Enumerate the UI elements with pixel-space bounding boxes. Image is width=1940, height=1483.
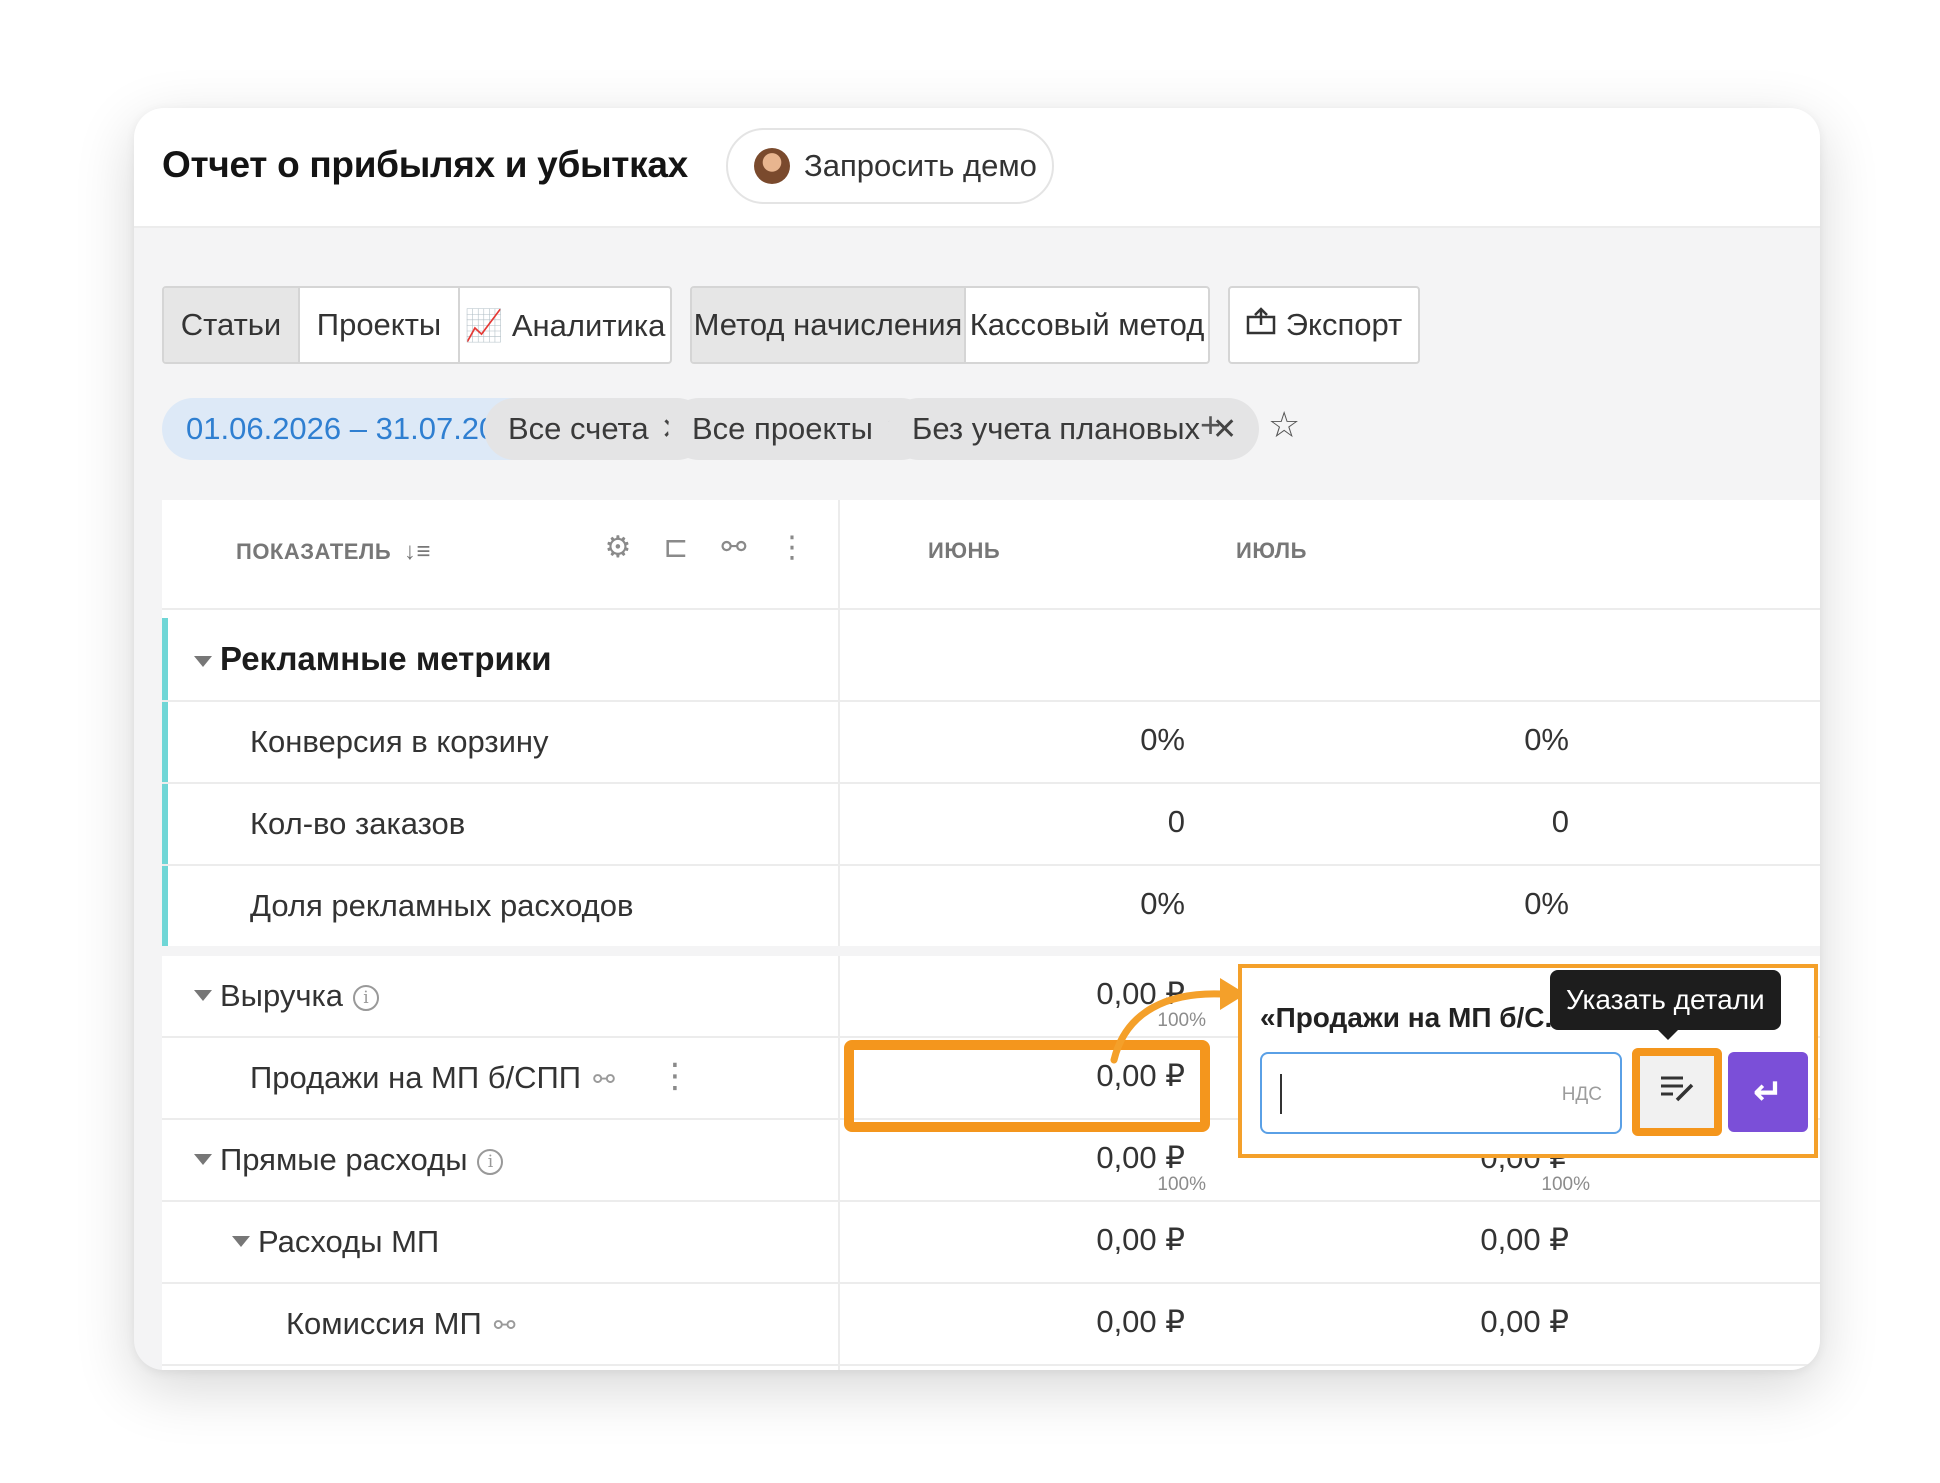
gear-icon[interactable]: ⚙ <box>600 530 636 565</box>
export-label: Экспорт <box>1285 307 1403 342</box>
table-row[interactable]: Расходы МП 0,00 ₽ 0,00 ₽ <box>162 1202 1820 1284</box>
request-demo-label: Запросить демо <box>804 148 1037 183</box>
table-row[interactable]: Конверсия в корзину 0% 0% <box>162 702 1820 784</box>
table-row[interactable]: Рекламные метрики <box>162 618 1820 702</box>
row-label-wrap: Продажи на МП б/СПП ⚯ <box>250 1060 615 1096</box>
row-label-wrap: Комиссия МП ⚯ <box>286 1306 516 1342</box>
page-title: Отчет о прибылях и убытках <box>162 144 688 185</box>
add-filter-icon[interactable]: + <box>1200 404 1221 446</box>
view-tabs: Статьи Проекты 📈 Аналитика <box>162 286 672 364</box>
table-header: ПОКАЗАТЕЛЬ ↓≡ ⚙ ⊏ ⚯ ⋮ ИЮНЬ ИЮЛЬ <box>162 500 1820 610</box>
export-button[interactable]: Экспорт <box>1228 286 1420 364</box>
june-value[interactable]: 0,00 ₽ <box>1096 1304 1185 1340</box>
tab-articles[interactable]: Статьи <box>164 288 300 362</box>
method-tabs: Метод начисления Кассовый метод <box>690 286 1210 364</box>
row-label: Рекламные метрики <box>220 640 552 677</box>
text-cursor <box>1280 1074 1282 1114</box>
june-value[interactable]: 0,00 ₽ <box>1096 1222 1185 1258</box>
more-icon[interactable]: ⋮ <box>658 1056 692 1096</box>
chevron-down-icon[interactable] <box>194 656 212 667</box>
amount-input[interactable]: НДС <box>1260 1052 1622 1134</box>
unlink-icon[interactable]: ⚯ <box>716 530 752 565</box>
row-label-wrap: Прямые расходы i <box>220 1142 504 1178</box>
july-value[interactable]: 0 <box>1552 804 1569 840</box>
june-value[interactable]: 0% <box>1140 886 1185 922</box>
row-label: Кол-во заказов <box>250 806 466 841</box>
indicator-header-label: ПОКАЗАТЕЛЬ <box>236 539 392 564</box>
row-label: Конверсия в корзину <box>250 724 549 759</box>
more-icon[interactable]: ⋮ <box>774 530 810 565</box>
header: Отчет о прибылях и убытках Запросить дем… <box>134 108 1820 228</box>
chevron-down-icon[interactable] <box>232 1236 250 1247</box>
details-tooltip: Указать детали <box>1550 970 1781 1040</box>
row-label: Расходы МП <box>258 1224 440 1259</box>
row-label-wrap: Выручка i <box>220 978 379 1014</box>
sort-icon[interactable]: ↓≡ <box>404 538 431 565</box>
tab-accrual-method[interactable]: Метод начисления <box>692 288 966 362</box>
indicator-header[interactable]: ПОКАЗАТЕЛЬ ↓≡ <box>236 538 431 566</box>
june-value[interactable]: 0,00 ₽ <box>1096 1140 1185 1176</box>
july-value[interactable]: 0,00 ₽ <box>1480 1222 1569 1258</box>
row-label: Выручка <box>220 978 343 1013</box>
export-content: Экспорт <box>1230 288 1418 362</box>
details-button[interactable] <box>1632 1048 1722 1136</box>
table-row[interactable]: Комиссия МП ⚯ 0,00 ₽ 0,00 ₽ <box>162 1284 1820 1366</box>
june-value[interactable]: 0 <box>1168 804 1185 840</box>
info-icon[interactable]: i <box>477 1149 504 1175</box>
table-row[interactable]: Доля рекламных расходов 0% 0% <box>162 866 1820 956</box>
row-label: Прямые расходы <box>220 1142 468 1177</box>
pointer-arrow <box>1110 978 1246 1064</box>
columns-icon[interactable]: ⊏ <box>658 530 694 565</box>
tab-analytics[interactable]: 📈 Аналитика <box>460 288 670 362</box>
unlink-icon: ⚯ <box>493 1310 516 1340</box>
planned-filter-label: Без учета плановых <box>912 411 1201 446</box>
accounts-filter-label: Все счета <box>508 411 649 446</box>
column-june: ИЮНЬ <box>928 538 1001 563</box>
july-value[interactable]: 0% <box>1524 722 1569 758</box>
projects-filter-label: Все проекты <box>692 411 873 446</box>
tab-cash-method[interactable]: Кассовый метод <box>966 288 1208 362</box>
tab-projects[interactable]: Проекты <box>300 288 460 362</box>
column-july: ИЮЛЬ <box>1236 538 1307 563</box>
june-value[interactable]: 0% <box>1140 722 1185 758</box>
enter-icon: ↵ <box>1752 1071 1784 1112</box>
submit-button[interactable]: ↵ <box>1728 1052 1808 1132</box>
report-window: Отчет о прибылях и убытках Запросить дем… <box>134 108 1820 1370</box>
star-icon[interactable]: ☆ <box>1268 404 1300 446</box>
table-row[interactable]: Кол-во заказов 0 0 <box>162 784 1820 866</box>
july-value[interactable]: 0,00 ₽ <box>1480 1304 1569 1340</box>
edit-notes-icon <box>1659 1072 1695 1112</box>
row-label: Продажи на МП б/СПП <box>250 1060 582 1095</box>
date-range-value: 01.06.2026 – 31.07.2026 <box>186 411 531 446</box>
july-percent: 100% <box>1541 1174 1590 1195</box>
unlink-icon: ⚯ <box>593 1064 615 1094</box>
june-percent: 100% <box>1157 1174 1206 1195</box>
chevron-down-icon[interactable] <box>194 1154 212 1165</box>
row-label: Комиссия МП <box>286 1306 482 1341</box>
request-demo-button[interactable]: Запросить демо <box>726 128 1054 204</box>
avatar <box>754 148 790 184</box>
info-icon[interactable]: i <box>353 985 379 1011</box>
vat-label[interactable]: НДС <box>1562 1084 1602 1106</box>
row-label: Доля рекламных расходов <box>250 888 634 923</box>
export-icon <box>1246 307 1276 343</box>
chevron-down-icon[interactable] <box>194 990 212 1001</box>
pl-table: ПОКАЗАТЕЛЬ ↓≡ ⚙ ⊏ ⚯ ⋮ ИЮНЬ ИЮЛЬ Рекламны… <box>162 500 1820 1370</box>
header-tools: ⚙ ⊏ ⚯ ⋮ <box>600 530 810 565</box>
july-value[interactable]: 0% <box>1524 886 1569 922</box>
